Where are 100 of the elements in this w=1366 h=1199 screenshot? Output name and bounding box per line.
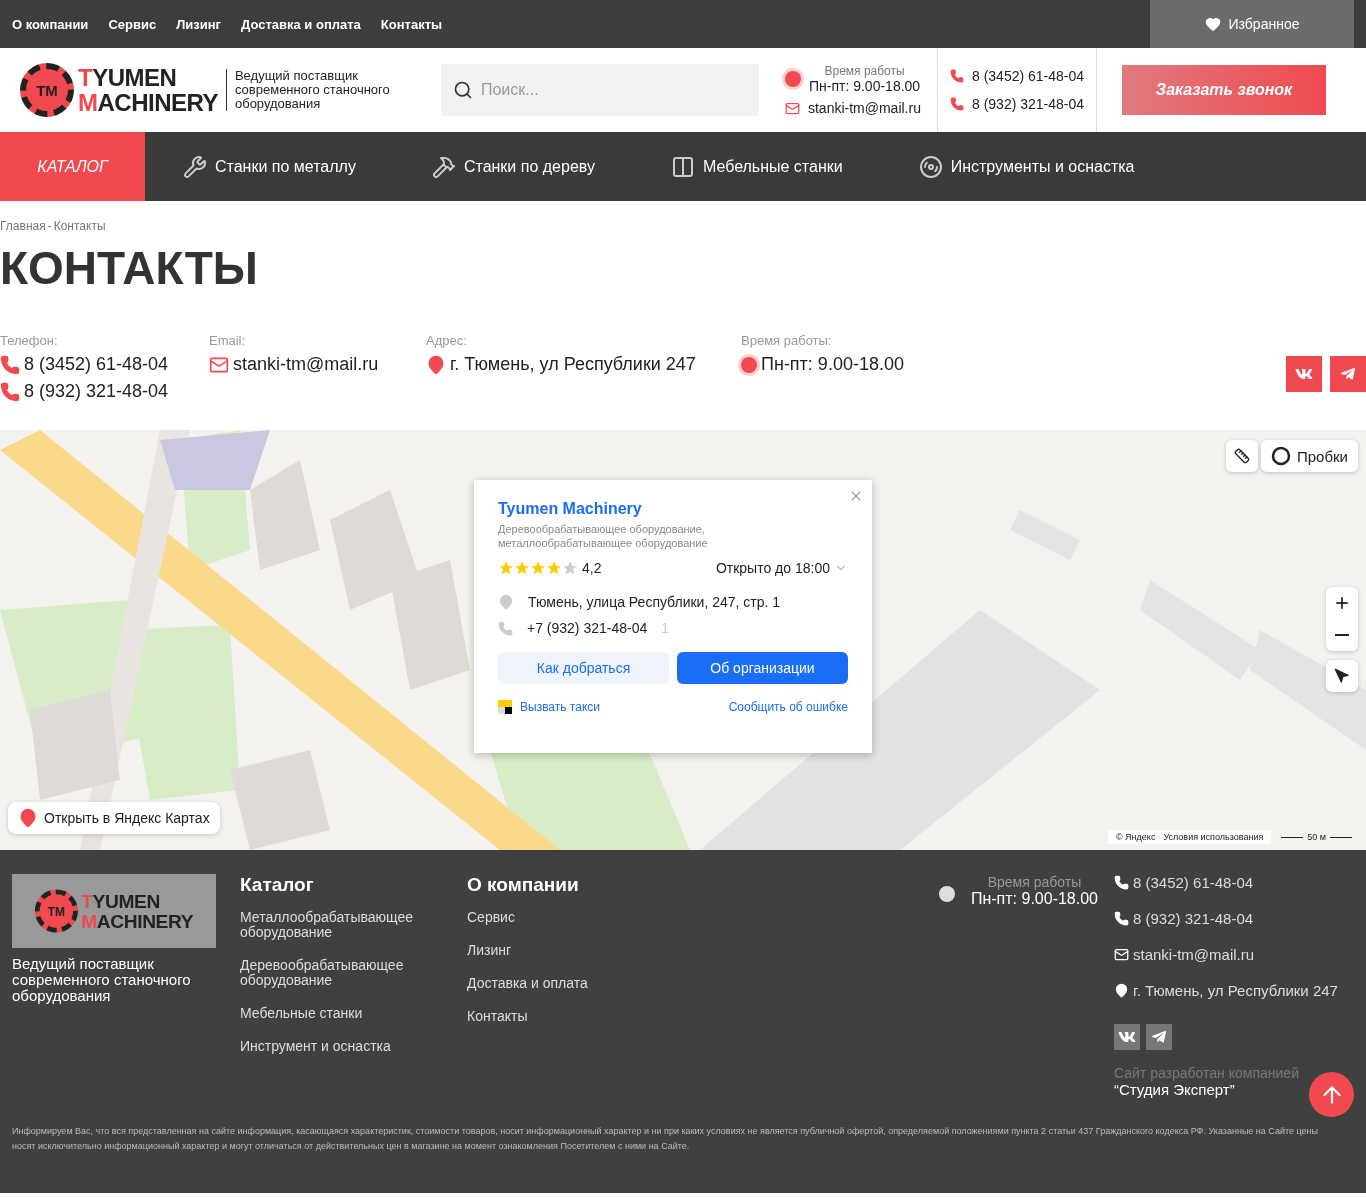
footer-contact: 8 (3452) 61-48-04: [1133, 874, 1254, 891]
disclaimer: Информируем Вас, что вся представленная на сайте информация, касающаяся характеристик, стоимости товаров, носит информационный характер и ни при каких условиях не является публичной офертой, определяемой положениями пункта 2 статьи 437 Гражданского кодекса РФ. Указанные на Сайте цены носят исключительно информационный характер и могут отличаться от действительных цен в магазине на момент ознакомления Посетителем с ними на Сайте.: [12, 1125, 1319, 1153]
search-field[interactable]: Поиск...: [440, 64, 759, 116]
organization-phone: +7 (932) 321-48-04: [527, 620, 648, 636]
phone-icon: [1114, 875, 1129, 890]
contact-label: Время работы:: [741, 333, 833, 348]
hours-label: Время работы: [823, 64, 906, 78]
nav-link[interactable]: Станки по дереву: [431, 132, 595, 201]
contact-value: 8 (3452) 61-48-04: [24, 354, 169, 375]
hours-value: Пн-пт: 9.00-18.00: [808, 78, 921, 94]
footer-link[interactable]: Лизинг: [467, 943, 667, 958]
email-link[interactable]: stanki-tm@mail.ru: [807, 100, 921, 116]
nav-link[interactable]: Станки по металлу: [183, 132, 356, 201]
footer-tagline: Ведущий поставщик современного станочного оборудования: [12, 956, 192, 1004]
phone-icon: [1114, 911, 1129, 926]
catalog-button[interactable]: КАТАЛОГ: [0, 132, 145, 201]
social-button[interactable]: [1286, 356, 1322, 392]
breadcrumb-link[interactable]: Главная: [0, 219, 46, 233]
opening-hours: Открыто до 18:00: [715, 560, 830, 576]
footer-link[interactable]: Доставка и оплата: [467, 976, 667, 991]
scale-label: 50 м: [1307, 832, 1326, 842]
top-menu-link[interactable]: Контакты: [380, 16, 443, 32]
favorites-button[interactable]: Избранное: [1150, 0, 1354, 48]
plus-icon: [1333, 594, 1351, 612]
contact-value: г. Тюмень, ул Республики 247: [450, 354, 696, 375]
footer-link[interactable]: Сервис: [467, 910, 667, 925]
top-menu-link[interactable]: Сервис: [108, 16, 157, 32]
footer-link[interactable]: Мебельные станки: [240, 1006, 440, 1021]
report-link[interactable]: Сообщить об ошибке: [728, 700, 848, 714]
phone-icon: [0, 381, 20, 402]
nav-link[interactable]: Мебельные станки: [670, 132, 843, 201]
nav-link[interactable]: Инструменты и оснастка: [918, 132, 1135, 201]
wrench-icon: [183, 154, 207, 179]
social-button[interactable]: [1146, 1024, 1172, 1050]
phone-icon: [498, 620, 513, 636]
footer-contact: stanki-tm@mail.ru: [1133, 946, 1255, 963]
search-icon: [452, 80, 473, 100]
footer-link[interactable]: Деревообрабатывающее оборудование: [240, 958, 440, 988]
contact-label: Адрес:: [426, 333, 468, 348]
map-pin-icon: [1114, 983, 1129, 998]
footer-link[interactable]: Инструмент и оснастка: [240, 1039, 440, 1054]
taxi-icon: [498, 700, 512, 714]
star-icon: [514, 560, 530, 576]
top-menu-link[interactable]: Доставка и оплата: [241, 16, 361, 32]
contact-value: 8 (932) 321-48-04: [24, 381, 169, 402]
breadcrumb-current: Контакты: [53, 219, 106, 233]
footer-contact: г. Тюмень, ул Республики 247: [1133, 982, 1338, 999]
mail-icon: [784, 100, 800, 116]
minus-icon: [1335, 634, 1349, 636]
copyright-text: © Яндекс: [1116, 832, 1156, 842]
social-button[interactable]: [1330, 356, 1366, 392]
star-icon: [530, 560, 546, 576]
phone-icon: [0, 354, 20, 375]
locate-button[interactable]: [1326, 660, 1358, 692]
disc-icon: [918, 154, 943, 179]
contact-label: Телефон:: [0, 333, 59, 348]
social-button[interactable]: [1114, 1024, 1140, 1050]
map-pin-icon: [18, 808, 38, 828]
contact-value: stanki-tm@mail.ru: [233, 354, 379, 375]
star-icon: [498, 560, 514, 576]
card-button[interactable]: Об организации: [677, 652, 848, 684]
developer-link[interactable]: “Студия Эксперт”: [1114, 1081, 1235, 1098]
card-button[interactable]: Как добраться: [498, 652, 669, 684]
ring-icon: [1271, 446, 1291, 466]
open-map-link[interactable]: Открыть в Яндекс Картах: [8, 802, 220, 834]
contact-label: Email:: [209, 333, 247, 348]
ruler-button[interactable]: [1226, 440, 1258, 472]
terms-link[interactable]: Условия использования: [1163, 832, 1264, 842]
footer-heading: О компании: [467, 874, 580, 896]
footer-contact: 8 (932) 321-48-04: [1133, 910, 1254, 927]
taxi-link[interactable]: Вызвать такси: [520, 700, 600, 714]
traffic-button[interactable]: Пробки: [1261, 440, 1358, 472]
status-dot-icon: [938, 886, 955, 902]
contact-value: Пн-пт: 9.00-18.00: [761, 354, 904, 375]
mail-icon: [1114, 947, 1129, 962]
organization-title: Tyumen Machinery: [498, 500, 643, 518]
footer-link[interactable]: Металлообрабатывающее оборудование: [240, 910, 440, 940]
hammer-icon: [431, 154, 456, 179]
map-pin-icon: [498, 594, 514, 610]
status-dot-icon: [741, 356, 757, 373]
logo-badge: TM: [20, 63, 74, 117]
cabinet-icon: [670, 154, 695, 179]
star-icon: [546, 560, 562, 576]
top-menu-link[interactable]: О компании: [12, 16, 89, 32]
breadcrumb-separator: -: [47, 219, 52, 233]
status-dot-icon: [784, 71, 801, 87]
heart-icon: [1204, 16, 1221, 32]
star-icon: [562, 560, 578, 576]
organization-description: Деревообрабатывающее оборудование, металлообрабатывающее оборудование: [498, 522, 709, 550]
phone-icon: [949, 97, 964, 111]
rating-value: 4,2: [582, 560, 602, 576]
organization-address: Тюмень, улица Республики, 247, стр. 1: [528, 594, 781, 610]
top-menu-link[interactable]: Лизинг: [176, 16, 221, 32]
phone-link[interactable]: 8 (932) 321-48-04: [971, 96, 1085, 112]
logo-text: TYUMEN MACHINERY: [78, 65, 218, 115]
ruler-icon: [1234, 448, 1250, 464]
phone-link[interactable]: 8 (3452) 61-48-04: [971, 68, 1085, 84]
telegram-icon: [1151, 1029, 1167, 1045]
footer-link[interactable]: Контакты: [467, 1009, 667, 1024]
tagline: Ведущий поставщик современного станочного оборудования: [225, 69, 411, 111]
